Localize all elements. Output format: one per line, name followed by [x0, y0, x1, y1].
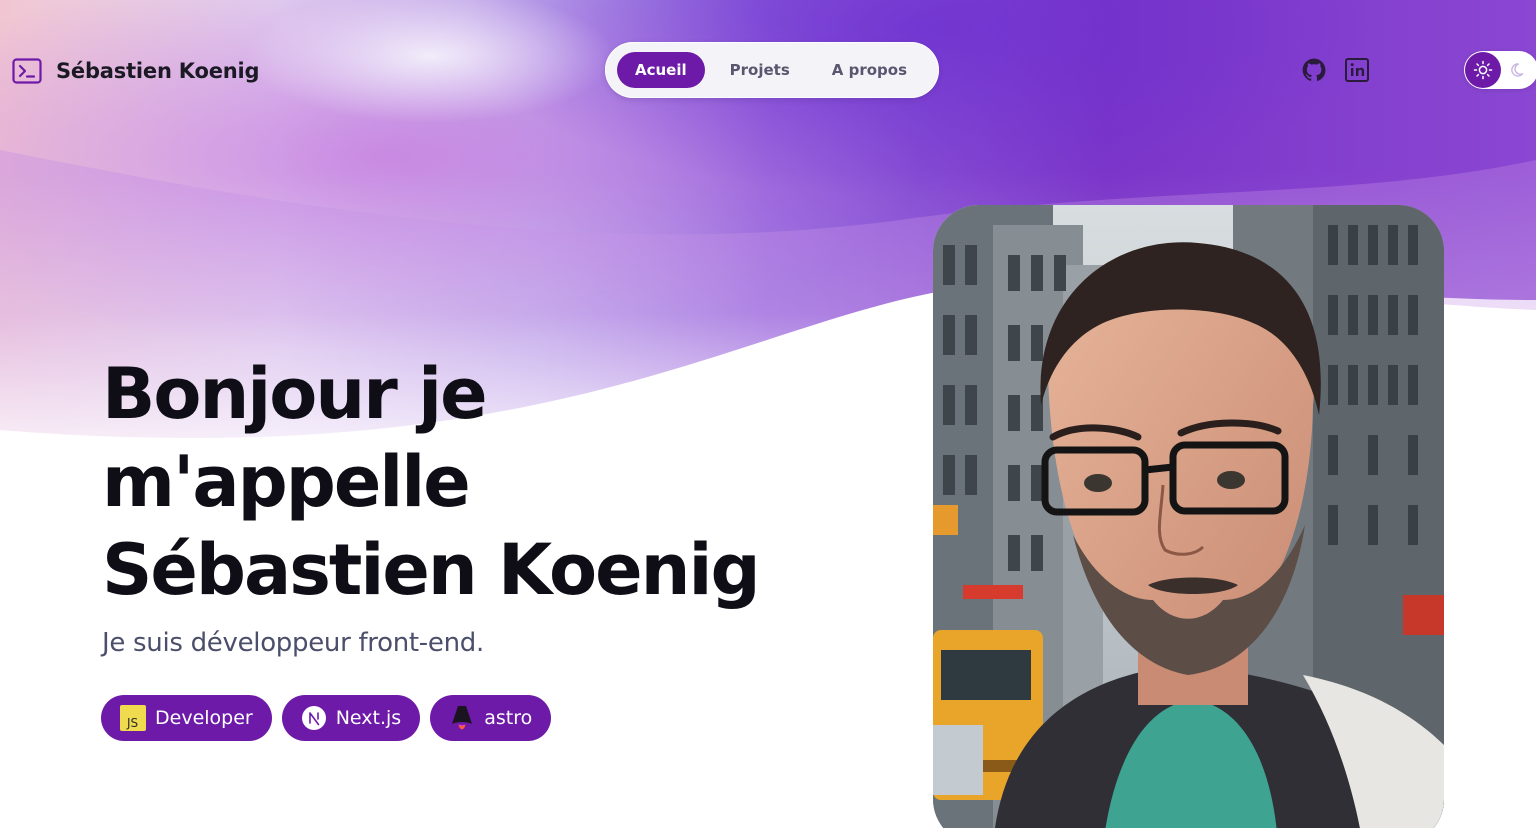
hero-title-line-2: m'appelle	[102, 441, 471, 523]
sun-icon	[1465, 52, 1501, 88]
github-icon[interactable]	[1300, 56, 1328, 84]
site-header: Sébastien Koenig Acueil Projets A propos	[0, 0, 1536, 140]
nav-item-projets[interactable]: Projets	[713, 52, 807, 88]
page: Sébastien Koenig Acueil Projets A propos	[0, 0, 1536, 828]
badge-developer[interactable]: JS Developer	[101, 695, 272, 741]
hero-title-line-3: Sébastien Koenig	[102, 529, 761, 611]
hero-title: Bonjour je m'appelle Sébastien Koenig	[102, 350, 862, 614]
brand-link[interactable]: Sébastien Koenig	[12, 56, 260, 86]
javascript-icon: JS	[120, 705, 146, 731]
linkedin-icon[interactable]	[1343, 56, 1371, 84]
nav-item-acueil[interactable]: Acueil	[617, 52, 705, 88]
theme-toggle[interactable]	[1464, 51, 1536, 89]
main-nav: Acueil Projets A propos	[605, 42, 939, 98]
nav-item-a-propos[interactable]: A propos	[815, 52, 924, 88]
badge-label: astro	[484, 707, 533, 729]
badge-astro[interactable]: astro	[430, 695, 552, 741]
astro-icon	[449, 705, 475, 731]
nextjs-icon	[301, 705, 327, 731]
moon-icon	[1510, 61, 1528, 79]
hero-title-line-1: Bonjour je	[102, 353, 488, 435]
header-actions	[1302, 50, 1536, 90]
tech-badges: JS Developer Next.js astro	[101, 695, 552, 741]
brand-name: Sébastien Koenig	[56, 59, 260, 83]
badge-label: Developer	[155, 707, 253, 729]
illustrated-portrait-image	[933, 205, 1444, 828]
svg-text:JS: JS	[126, 716, 138, 730]
badge-label: Next.js	[335, 707, 402, 729]
portrait-card	[933, 205, 1444, 828]
terminal-icon	[12, 58, 42, 84]
badge-nextjs[interactable]: Next.js	[281, 695, 421, 741]
hero-subtitle: Je suis développeur front-end.	[102, 628, 484, 658]
